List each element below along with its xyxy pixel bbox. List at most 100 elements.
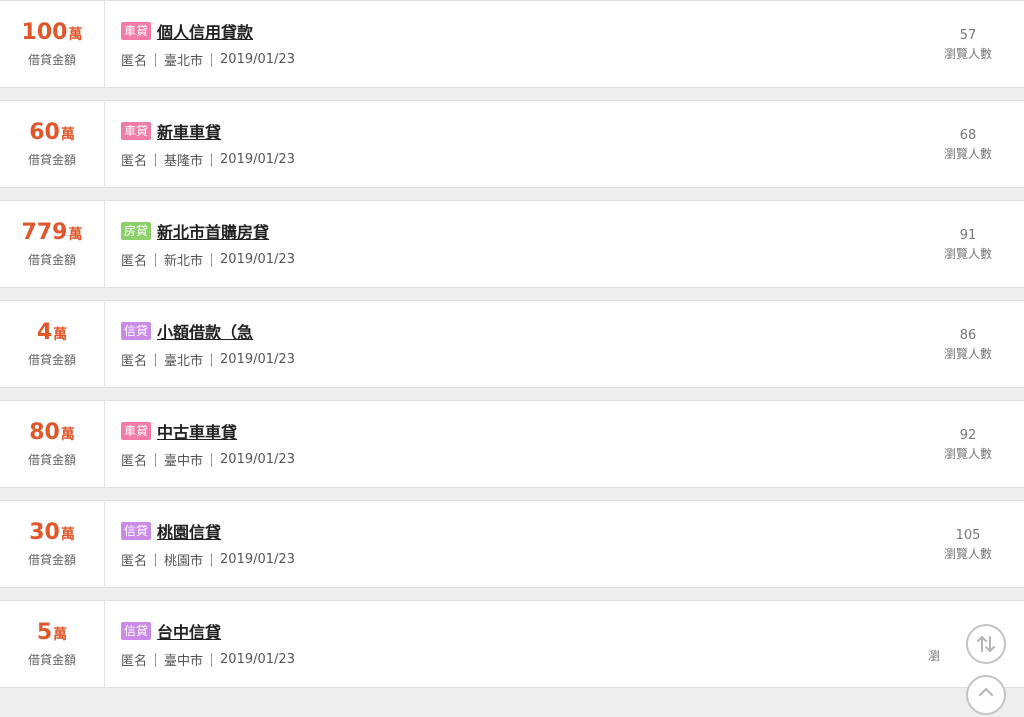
- city: 臺中市: [164, 654, 204, 669]
- loan-title-link[interactable]: 中古車車貸: [157, 419, 237, 443]
- loan-title-link[interactable]: 新北市首購房貸: [157, 219, 269, 243]
- loan-type-badge: 車貸: [121, 22, 152, 40]
- view-count-number: 68: [959, 128, 977, 143]
- loan-row[interactable]: 60萬 借貸金額 車貸 新車車貸 匿名 基隆市 2019/01/23 68 瀏覽…: [0, 100, 1024, 188]
- loan-meta: 匿名 臺中市 2019/01/23: [121, 450, 295, 469]
- loan-meta: 匿名 新北市 2019/01/23: [121, 250, 295, 269]
- loan-row[interactable]: 5萬 借貸金額 信貸 台中信貸 匿名 臺中市 2019/01/23 瀏: [0, 600, 1024, 688]
- loan-meta: 匿名 基隆市 2019/01/23: [121, 150, 295, 169]
- divider: [211, 352, 213, 367]
- divider: [211, 252, 213, 267]
- loan-meta: 匿名 桃園市 2019/01/23: [121, 550, 295, 569]
- loan-meta: 匿名 臺北市 2019/01/23: [121, 50, 295, 69]
- amount-column: 4萬 借貸金額: [0, 301, 105, 387]
- loan-title-link[interactable]: 台中信貸: [157, 619, 221, 643]
- loan-list: 100萬 借貸金額 車貸 個人信用貸款 匿名 臺北市 2019/01/23 57…: [0, 0, 1024, 695]
- date: 2019/01/23: [220, 52, 295, 67]
- author: 匿名: [121, 254, 148, 269]
- amount-column: 5萬 借貸金額: [0, 601, 105, 687]
- city: 基隆市: [164, 154, 204, 169]
- loan-info: 車貸 中古車車貸 匿名 臺中市 2019/01/23: [121, 420, 295, 469]
- view-count: 57 瀏覽人數: [928, 28, 1008, 62]
- loan-type-badge: 信貸: [121, 522, 152, 540]
- amount-column: 30萬 借貸金額: [0, 501, 105, 587]
- view-count-label: 瀏覽人數: [943, 47, 992, 61]
- city: 臺北市: [164, 54, 204, 69]
- divider: [211, 552, 213, 567]
- city: 臺中市: [164, 454, 204, 469]
- view-count-label: 瀏覽人數: [943, 347, 992, 361]
- amount-label: 借貸金額: [27, 153, 76, 167]
- amount-column: 779萬 借貸金額: [0, 201, 105, 287]
- author: 匿名: [121, 554, 148, 569]
- amount-label: 借貸金額: [27, 353, 76, 367]
- loan-title-link[interactable]: 桃園信貸: [157, 519, 221, 543]
- divider: [155, 152, 157, 167]
- loan-type-badge: 信貸: [121, 622, 152, 640]
- date: 2019/01/23: [220, 452, 295, 467]
- divider: [155, 552, 157, 567]
- amount-column: 60萬 借貸金額: [0, 101, 105, 187]
- view-count: 92 瀏覽人數: [928, 428, 1008, 462]
- loan-meta: 匿名 臺北市 2019/01/23: [121, 350, 295, 369]
- loan-type-badge: 車貸: [121, 122, 152, 140]
- divider: [155, 252, 157, 267]
- loan-row[interactable]: 100萬 借貸金額 車貸 個人信用貸款 匿名 臺北市 2019/01/23 57…: [0, 0, 1024, 88]
- arrow-up-icon: [979, 688, 993, 696]
- city: 臺北市: [164, 354, 204, 369]
- view-count-number: 105: [955, 528, 981, 543]
- loan-row[interactable]: 30萬 借貸金額 信貸 桃園信貸 匿名 桃園市 2019/01/23 105 瀏…: [0, 500, 1024, 588]
- loan-title-link[interactable]: 小額借款（急: [157, 319, 253, 343]
- scroll-toggle-button[interactable]: [966, 624, 1006, 664]
- divider: [155, 652, 157, 667]
- amount-column: 80萬 借貸金額: [0, 401, 105, 487]
- loan-info: 車貸 新車車貸 匿名 基隆市 2019/01/23: [121, 120, 295, 169]
- author: 匿名: [121, 354, 148, 369]
- date: 2019/01/23: [220, 352, 295, 367]
- amount-label: 借貸金額: [27, 253, 76, 267]
- view-count-label: 瀏覽人數: [943, 247, 992, 261]
- author: 匿名: [121, 154, 148, 169]
- divider: [155, 452, 157, 467]
- divider: [211, 152, 213, 167]
- loan-info: 信貸 小額借款（急 匿名 臺北市 2019/01/23: [121, 320, 295, 369]
- amount-label: 借貸金額: [27, 653, 76, 667]
- amount-column: 100萬 借貸金額: [0, 1, 105, 87]
- author: 匿名: [121, 454, 148, 469]
- view-count-label: 瀏覽人數: [943, 447, 992, 461]
- date: 2019/01/23: [220, 652, 295, 667]
- view-count: 91 瀏覽人數: [928, 228, 1008, 262]
- view-count: 86 瀏覽人數: [928, 328, 1008, 362]
- loan-amount: 779萬: [21, 220, 83, 245]
- loan-info: 信貸 台中信貸 匿名 臺中市 2019/01/23: [121, 620, 295, 669]
- divider: [155, 352, 157, 367]
- loan-amount: 100萬: [21, 20, 83, 45]
- date: 2019/01/23: [220, 252, 295, 267]
- view-count-number: 92: [959, 428, 977, 443]
- loan-info: 房貸 新北市首購房貸 匿名 新北市 2019/01/23: [121, 220, 295, 269]
- loan-row[interactable]: 779萬 借貸金額 房貸 新北市首購房貸 匿名 新北市 2019/01/23 9…: [0, 200, 1024, 288]
- amount-label: 借貸金額: [27, 553, 76, 567]
- loan-type-badge: 車貸: [121, 422, 152, 440]
- view-count-label: 瀏覽人數: [943, 547, 992, 561]
- scroll-to-top-button[interactable]: [966, 675, 1006, 715]
- loan-title-link[interactable]: 新車車貸: [157, 119, 221, 143]
- author: 匿名: [121, 654, 148, 669]
- city: 桃園市: [164, 554, 204, 569]
- loan-amount: 60萬: [29, 120, 75, 145]
- loan-meta: 匿名 臺中市 2019/01/23: [121, 650, 295, 669]
- view-count-number: 91: [959, 228, 977, 243]
- loan-amount: 5萬: [36, 620, 68, 645]
- view-count-label: 瀏覽人數: [943, 147, 992, 161]
- view-count: 105 瀏覽人數: [928, 528, 1008, 562]
- loan-title-link[interactable]: 個人信用貸款: [157, 19, 253, 43]
- view-count: 68 瀏覽人數: [928, 128, 1008, 162]
- loan-row[interactable]: 80萬 借貸金額 車貸 中古車車貸 匿名 臺中市 2019/01/23 92 瀏…: [0, 400, 1024, 488]
- loan-amount: 4萬: [36, 320, 68, 345]
- author: 匿名: [121, 54, 148, 69]
- date: 2019/01/23: [220, 552, 295, 567]
- city: 新北市: [164, 254, 204, 269]
- date: 2019/01/23: [220, 152, 295, 167]
- loan-row[interactable]: 4萬 借貸金額 信貸 小額借款（急 匿名 臺北市 2019/01/23 86 瀏…: [0, 300, 1024, 388]
- view-count-number: 57: [959, 28, 977, 43]
